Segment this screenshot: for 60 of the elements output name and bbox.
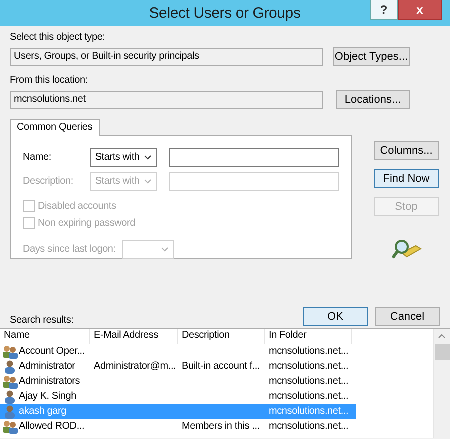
scrollbar-thumb[interactable] <box>434 344 450 360</box>
query-button[interactable]: Columns... <box>374 141 439 160</box>
table-cell: Ajay K. Singh <box>19 391 76 402</box>
name-operator-dropdown[interactable]: Starts with <box>90 148 157 167</box>
days-label: Days since last logon: <box>23 244 116 255</box>
tab[interactable]: Common Queries <box>10 119 100 136</box>
chevron-down-icon <box>144 155 152 160</box>
result-row[interactable]: Administrators mcnsolutions.net... <box>0 374 356 389</box>
close-button[interactable]: x <box>398 0 442 20</box>
table-cell: mcnsolutions.net... <box>269 361 349 372</box>
search-results-label: Search results: <box>10 315 74 326</box>
name-input-field[interactable] <box>168 148 339 167</box>
table-cell: mcnsolutions.net... <box>269 346 349 357</box>
description-label: Description: <box>23 176 74 187</box>
search-icon <box>392 239 422 261</box>
location-field: mcnsolutions.net <box>10 90 323 108</box>
ok-button[interactable]: OK <box>303 307 368 326</box>
object-types-button[interactable]: Object Types... <box>333 47 410 66</box>
result-row[interactable]: Allowed ROD... Members in this ... mcnsolutions.net... <box>0 419 356 434</box>
checkbox-label: Non expiring password <box>38 218 136 228</box>
checkbox-label: Disabled accounts <box>38 200 116 212</box>
cancel-button[interactable]: Cancel <box>375 307 440 326</box>
user-group-icon <box>2 344 18 358</box>
window-title: Select Users or Groups <box>149 4 301 22</box>
table-cell: Allowed ROD... <box>19 421 85 432</box>
table-cell: mcnsolutions.net... <box>269 406 349 417</box>
user-group-icon <box>2 374 18 388</box>
query-button[interactable]: Find Now <box>374 169 439 188</box>
table-cell: Administrator <box>19 361 76 372</box>
chevron-down-icon <box>144 179 152 184</box>
table-cell: Members in this ... <box>182 421 260 432</box>
table-cell: Administrator@m... <box>94 361 176 372</box>
column-header[interactable]: E-Mail Address <box>90 329 178 344</box>
table-cell: Administrators <box>19 376 80 387</box>
table-cell: mcnsolutions.net... <box>269 391 349 402</box>
user-icon <box>2 390 18 404</box>
column-header[interactable]: Description <box>178 329 265 344</box>
help-button[interactable]: ? <box>370 0 398 20</box>
column-header[interactable]: In Folder <box>265 329 352 344</box>
locations-button[interactable]: Locations... <box>336 90 410 109</box>
description-input-field[interactable] <box>168 172 339 191</box>
name-label: Name: <box>23 152 52 163</box>
user-icon <box>2 360 18 374</box>
result-row[interactable]: Administrator Administrator@m... Built-in account f... mcnsolutions.net... <box>0 359 356 374</box>
table-cell: mcnsolutions.net... <box>269 376 349 387</box>
days-dropdown[interactable] <box>122 240 174 259</box>
chevron-down-icon <box>160 247 169 252</box>
table-cell: Account Oper... <box>19 346 85 357</box>
table-cell: Built-in account f... <box>182 361 260 372</box>
column-header[interactable]: Name <box>0 329 90 344</box>
user-group-icon <box>2 420 18 434</box>
field-label: From this location: <box>10 75 89 86</box>
table-cell: akash garg <box>19 406 66 417</box>
object-type-field: Users, Groups, or Built-in security principals <box>10 48 323 66</box>
result-row[interactable]: Account Oper... mcnsolutions.net... <box>0 344 356 359</box>
user-icon <box>2 404 18 418</box>
table-cell: mcnsolutions.net... <box>269 421 349 432</box>
scroll-up-icon <box>438 334 446 339</box>
field-label: Select this object type: <box>10 32 106 43</box>
result-row[interactable]: Ajay K. Singh mcnsolutions.net... <box>0 389 356 404</box>
